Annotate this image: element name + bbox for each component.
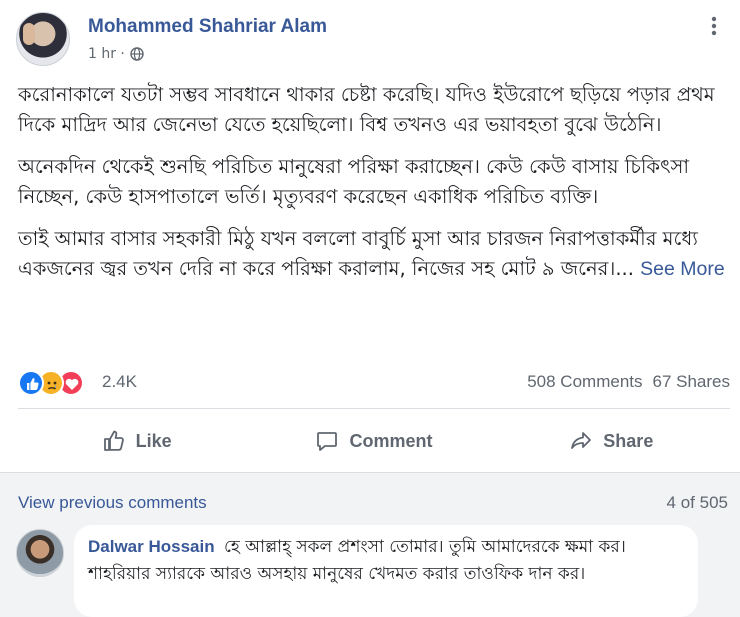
post-timestamp[interactable]: 1 hr ·	[88, 46, 144, 62]
post-paragraph-2: অনেকদিন থেকেই শুনছি পরিচিত মানুষেরা পরিক…	[18, 155, 690, 208]
post-paragraph-3: তাই আমার বাসার সহকারী মিঠু যখন বললো বাবু…	[18, 224, 726, 284]
comment-label: Comment	[349, 430, 433, 451]
reaction-count[interactable]: 2.4K	[102, 372, 137, 392]
post-paragraph-1: করোনাকালে যতটা সম্ভব সাবধানে থাকার চেষ্ট…	[18, 83, 715, 136]
see-more-link[interactable]: See More	[640, 258, 725, 280]
share-label: Share	[603, 430, 654, 451]
view-previous-comments-link[interactable]: View previous comments	[18, 493, 207, 513]
comment-bubble-icon	[317, 432, 338, 451]
post-text: করোনাকালে যতটা সম্ভব সাবধানে থাকার চেষ্ট…	[18, 80, 726, 296]
engagement-counts: 508 Comments 67 Shares	[527, 372, 730, 392]
reaction-icons[interactable]	[18, 370, 98, 396]
share-arrow-icon	[571, 432, 592, 449]
like-label: Like	[135, 430, 172, 451]
author-avatar[interactable]	[16, 12, 70, 66]
divider	[18, 408, 730, 409]
like-button[interactable]: Like	[18, 410, 255, 472]
comment-button[interactable]: Comment	[255, 410, 492, 472]
action-bar: Like Comment Share	[18, 410, 730, 472]
more-options-icon[interactable]	[702, 14, 726, 38]
post-time-text[interactable]: 1 hr ·	[88, 46, 125, 62]
comment-pagination-count: 4 of 505	[666, 493, 728, 512]
commenter-name[interactable]: Dalwar Hossain	[88, 537, 215, 556]
post-header: Mohammed Shahriar Alam 1 hr ·	[12, 8, 728, 72]
shares-count[interactable]: 67 Shares	[653, 372, 731, 391]
comments-count[interactable]: 508 Comments	[527, 372, 642, 391]
comment-bubble: Dalwar Hossain হে আল্লাহ্ সকল প্রশংসা তো…	[74, 525, 698, 617]
commenter-avatar[interactable]	[16, 529, 64, 577]
author-name[interactable]: Mohammed Shahriar Alam	[88, 16, 327, 38]
comments-section: View previous comments 4 of 505 Dalwar H…	[0, 473, 740, 617]
reactions-bar: 2.4K 508 Comments 67 Shares	[18, 368, 730, 398]
share-button[interactable]: Share	[493, 410, 730, 472]
like-reaction-icon	[18, 370, 44, 396]
thumbs-up-icon	[103, 430, 124, 451]
globe-icon	[130, 47, 144, 61]
post-paragraph-3-text: তাই আমার বাসার সহকারী মিঠু যখন বললো বাবু…	[18, 227, 698, 280]
